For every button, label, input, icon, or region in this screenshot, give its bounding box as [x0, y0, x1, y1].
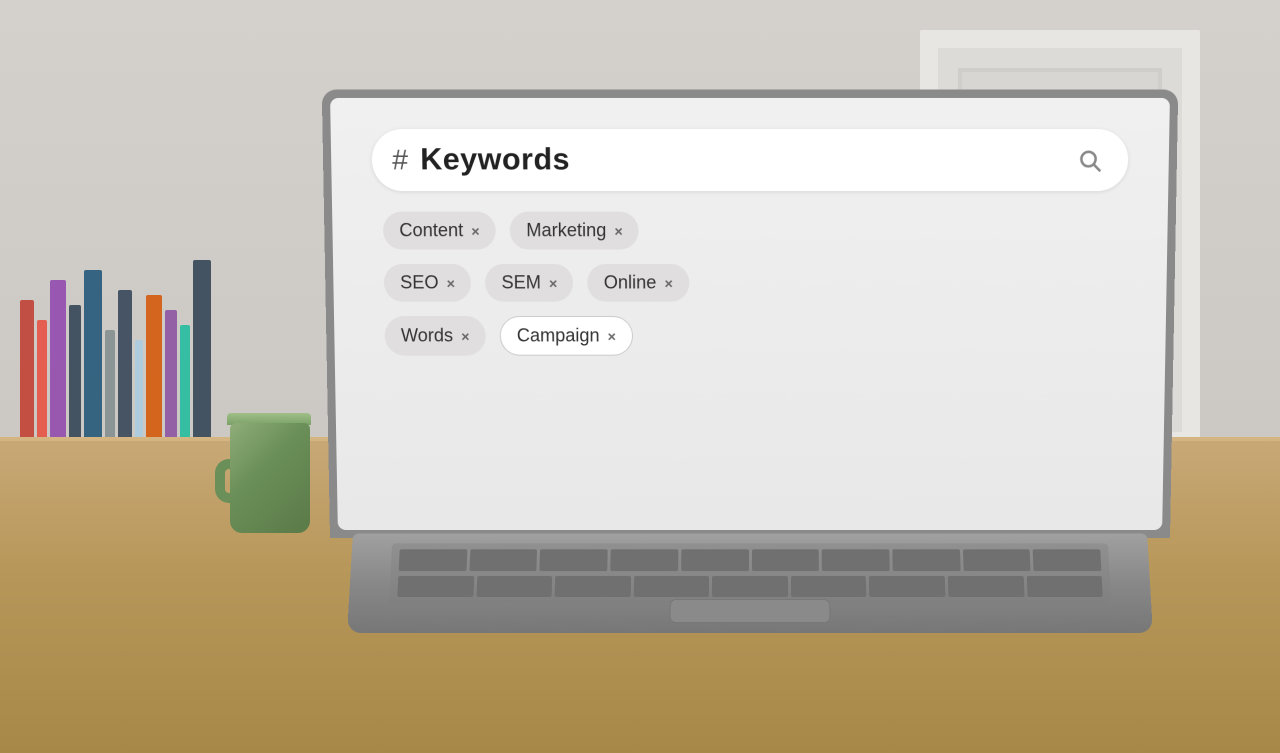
key [1033, 549, 1101, 570]
tag-close-icon[interactable]: × [614, 222, 622, 238]
key [681, 549, 749, 570]
laptop: # Keywords Content × [330, 113, 1170, 633]
tag-label: Marketing [526, 220, 606, 242]
key [476, 576, 552, 597]
key [963, 549, 1031, 570]
key [397, 576, 474, 597]
tag-label: SEO [400, 272, 439, 293]
tag-close-icon[interactable]: × [461, 328, 469, 344]
tags-area: Content × Marketing × SEO × [373, 212, 1128, 356]
scene: # Keywords Content × [0, 0, 1280, 753]
screen-content: # Keywords Content × [330, 98, 1170, 530]
search-text: Keywords [420, 143, 1059, 178]
key [948, 576, 1024, 597]
tag-label: Content [399, 220, 463, 242]
trackpad[interactable] [670, 599, 831, 623]
tag-close-icon[interactable]: × [549, 275, 557, 291]
tags-row-3: Words × Campaign × [384, 316, 1125, 356]
key [822, 549, 890, 570]
key [540, 549, 608, 570]
search-bar[interactable]: # Keywords [371, 129, 1128, 191]
key [469, 549, 537, 570]
tag-close-icon[interactable]: × [447, 275, 455, 291]
key [1026, 576, 1103, 597]
tag-close-icon[interactable]: × [664, 275, 672, 291]
key [791, 576, 867, 597]
laptop-base [347, 534, 1153, 634]
tags-row-1: Content × Marketing × [383, 212, 1127, 250]
tag-label: Campaign [517, 325, 600, 346]
tag-close-icon[interactable]: × [608, 328, 616, 344]
key [712, 576, 788, 597]
key [892, 549, 960, 570]
key [610, 549, 678, 570]
key [555, 576, 631, 597]
hash-symbol: # [392, 146, 408, 175]
tag-seo[interactable]: SEO × [384, 264, 472, 302]
tag-sem[interactable]: SEM × [485, 264, 574, 302]
tag-words[interactable]: Words × [384, 316, 485, 356]
key [752, 549, 820, 570]
tag-online[interactable]: Online × [587, 264, 689, 302]
key [869, 576, 945, 597]
tag-label: Online [604, 272, 657, 293]
keyboard-row-2 [397, 576, 1102, 597]
tag-close-icon[interactable]: × [471, 222, 479, 238]
tags-row-2: SEO × SEM × Online × [384, 264, 1127, 302]
mug-body [230, 423, 310, 533]
tag-campaign[interactable]: Campaign × [499, 316, 633, 356]
keyboard-area [389, 543, 1111, 603]
key [399, 549, 467, 570]
tag-content[interactable]: Content × [383, 212, 496, 250]
search-icon[interactable] [1071, 141, 1108, 178]
tag-label: SEM [501, 272, 541, 293]
tag-marketing[interactable]: Marketing × [510, 212, 639, 250]
keyboard-row-1 [399, 549, 1102, 570]
laptop-screen: # Keywords Content × [322, 90, 1178, 538]
tag-label: Words [401, 325, 453, 346]
key [633, 576, 709, 597]
mug [215, 393, 325, 533]
